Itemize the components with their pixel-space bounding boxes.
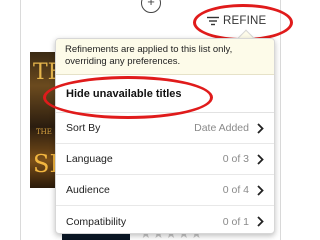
book-cover-subtitle: THE xyxy=(36,128,52,136)
language-row[interactable]: Language 0 of 3 xyxy=(56,144,274,175)
audience-value: 0 of 4 xyxy=(222,184,249,196)
hide-unavailable-toggle[interactable]: Hide unavailable titles xyxy=(56,75,274,113)
circle-plus-icon[interactable]: + xyxy=(141,0,161,13)
chevron-right-icon xyxy=(257,122,264,134)
filter-lines-icon xyxy=(207,16,219,26)
sort-by-value: Date Added xyxy=(194,122,249,134)
compatibility-row[interactable]: Compatibility 0 of 1 xyxy=(56,206,274,233)
chevron-right-icon xyxy=(257,184,264,196)
sort-by-label: Sort By xyxy=(66,122,101,134)
right-border xyxy=(280,0,281,240)
refine-dropdown: Refinements are applied to this list onl… xyxy=(55,38,275,234)
chevron-right-icon xyxy=(257,153,264,165)
refine-button[interactable]: REFINE xyxy=(207,15,266,27)
compatibility-value: 0 of 1 xyxy=(222,215,249,228)
audience-label: Audience xyxy=(66,184,110,196)
refine-label: REFINE xyxy=(223,15,267,27)
chevron-right-icon xyxy=(257,216,264,227)
audience-row[interactable]: Audience 0 of 4 xyxy=(56,175,274,206)
sort-by-row[interactable]: Sort By Date Added xyxy=(56,113,274,144)
language-value: 0 of 3 xyxy=(222,153,249,165)
refinement-notice: Refinements are applied to this list onl… xyxy=(56,39,274,75)
language-label: Language xyxy=(66,153,113,165)
compatibility-label: Compatibility xyxy=(66,215,127,228)
hide-unavailable-label: Hide unavailable titles xyxy=(66,87,182,100)
left-border xyxy=(20,0,21,240)
